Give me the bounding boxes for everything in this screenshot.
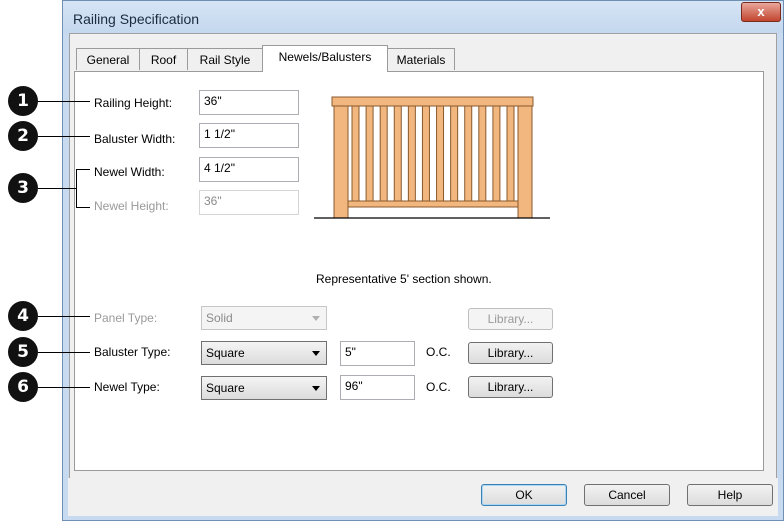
button-bar: [68, 478, 778, 516]
railing-preview: [314, 96, 550, 219]
tab-general[interactable]: General: [76, 48, 140, 70]
baluster: [478, 105, 487, 202]
baluster-type-value: Square: [206, 346, 245, 360]
baluster: [351, 105, 360, 202]
callout-3-leader: [38, 188, 76, 189]
baluster-library-button[interactable]: Library...: [468, 342, 553, 364]
close-icon: x: [757, 4, 765, 19]
baluster: [365, 105, 374, 202]
callout-1: 1: [8, 86, 38, 116]
newel-post-right: [517, 105, 533, 219]
panel-type-label: Panel Type:: [94, 311, 158, 325]
callout-3-bracket-top: [76, 169, 90, 170]
baluster-width-field[interactable]: 1 1/2": [199, 123, 299, 148]
baluster: [450, 105, 459, 202]
newel-height-label: Newel Height:: [94, 199, 169, 213]
preview-caption: Representative 5' section shown.: [316, 272, 492, 286]
newel-type-value: Square: [206, 381, 245, 395]
newel-width-field[interactable]: 4 1/2": [199, 157, 299, 182]
baluster: [407, 105, 416, 202]
baluster-type-label: Baluster Type:: [94, 345, 171, 359]
title-bar[interactable]: Railing Specification x: [63, 1, 783, 33]
ok-button[interactable]: OK: [481, 484, 567, 506]
newel-height-field: 36": [199, 190, 299, 215]
baluster: [506, 105, 515, 202]
callout-3-bracket: [76, 169, 77, 208]
baluster: [492, 105, 501, 202]
chevron-down-icon: [312, 316, 320, 321]
panel-library-button: Library...: [468, 308, 553, 330]
baluster-width-label: Baluster Width:: [94, 132, 176, 146]
tab-roof[interactable]: Roof: [139, 48, 188, 70]
callout-3-bracket-bottom: [76, 207, 90, 208]
railing-height-label: Railing Height:: [94, 96, 173, 110]
callout-2: 2: [8, 121, 38, 151]
top-rail: [331, 96, 534, 107]
balusters: [351, 105, 515, 202]
newel-type-select[interactable]: Square: [201, 376, 327, 400]
chevron-down-icon: [312, 386, 320, 391]
baluster: [379, 105, 388, 202]
callout-6: 6: [8, 372, 38, 402]
baluster: [436, 105, 445, 202]
cancel-button[interactable]: Cancel: [584, 484, 670, 506]
railing-height-field[interactable]: 36": [199, 90, 299, 115]
close-button[interactable]: x: [741, 2, 781, 22]
newel-spacing-field[interactable]: 96": [340, 375, 415, 400]
baluster-type-select[interactable]: Square: [201, 341, 327, 365]
railing-drawing: [314, 96, 550, 219]
newel-library-button[interactable]: Library...: [468, 376, 553, 398]
newel-oc-label: O.C.: [426, 380, 451, 394]
chevron-down-icon: [312, 351, 320, 356]
callout-6-leader: [38, 387, 90, 388]
callout-4: 4: [8, 301, 38, 331]
newel-type-label: Newel Type:: [94, 380, 160, 394]
newel-post-left: [333, 105, 349, 219]
bottom-rail: [347, 200, 519, 208]
baluster: [464, 105, 473, 202]
tab-rail-style[interactable]: Rail Style: [187, 48, 263, 70]
callout-4-leader: [38, 316, 90, 317]
callout-3: 3: [8, 173, 38, 203]
tab-materials[interactable]: Materials: [387, 48, 455, 70]
newel-width-label: Newel Width:: [94, 165, 165, 179]
help-button[interactable]: Help: [687, 484, 773, 506]
baluster: [393, 105, 402, 202]
callout-5: 5: [8, 337, 38, 367]
tab-newels-balusters[interactable]: Newels/Balusters: [262, 45, 388, 72]
callout-2-leader: [38, 136, 90, 137]
callout-5-leader: [38, 352, 90, 353]
panel-type-select: Solid: [201, 306, 327, 330]
baluster-spacing-field[interactable]: 5": [340, 341, 415, 366]
callout-1-leader: [38, 101, 90, 102]
baluster: [421, 105, 430, 202]
baluster-oc-label: O.C.: [426, 345, 451, 359]
panel-type-value: Solid: [206, 311, 233, 325]
window-title: Railing Specification: [73, 11, 200, 27]
